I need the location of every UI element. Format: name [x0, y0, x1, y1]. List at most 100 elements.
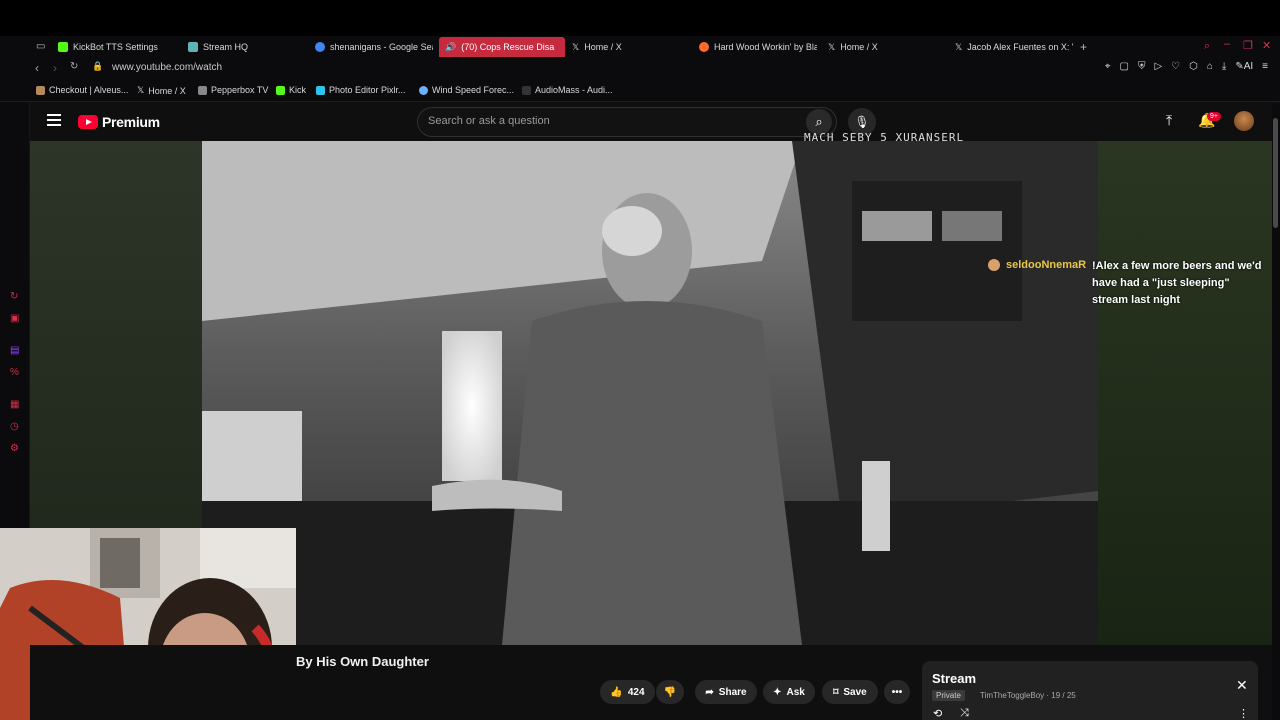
bookmark-favicon-icon — [522, 85, 531, 95]
window-close-icon[interactable]: ✕ — [1262, 39, 1271, 52]
tab-kickbot[interactable]: KickBot TTS Settings — [58, 37, 180, 57]
dislike-button[interactable]: 👎 — [656, 680, 684, 704]
tab-label: Home / X — [840, 42, 878, 52]
x-logo-icon: 𝕏 — [955, 41, 963, 52]
share-label: Share — [718, 686, 747, 698]
bookmark-pepperbox[interactable]: Pepperbox TV — [198, 85, 268, 95]
menu-icon[interactable]: ≡ — [1262, 61, 1268, 72]
youtube-play-logo-icon — [78, 115, 98, 129]
thumbs-down-icon: 👎 — [663, 686, 677, 698]
tab-x-home[interactable]: 𝕏 Home / X — [572, 37, 690, 57]
bookmark-favicon-icon — [316, 85, 325, 95]
loop-icon[interactable]: ⟲ — [933, 707, 942, 720]
twitch-icon[interactable]: ▤ — [10, 345, 19, 356]
bookmark-label: Pepperbox TV — [211, 85, 269, 95]
tab-label: (70) Cops Rescue Disa — [461, 42, 555, 52]
avatar[interactable] — [1234, 111, 1254, 131]
search-input[interactable]: Search or ask a question — [428, 115, 550, 127]
bookmark-favicon-icon — [36, 85, 45, 95]
tab-x-post[interactable]: 𝕏 Jacob Alex Fuentes on X: " — [955, 37, 1073, 57]
save-button[interactable]: ⌑ Save — [822, 680, 878, 704]
tab-menu-icon[interactable]: ▭ — [36, 41, 45, 52]
youtube-premium-label: Premium — [102, 114, 160, 130]
more-actions-button[interactable]: ••• — [884, 680, 910, 704]
bookmark-icon: ⌑ — [833, 686, 839, 698]
shield-icon[interactable]: ⛨ — [1138, 61, 1146, 72]
extensions-icon[interactable]: ⬡ — [1189, 61, 1198, 72]
sidebar-wallet-icon[interactable]: ▦ — [10, 399, 19, 410]
wallet-icon[interactable]: ⌂ — [1207, 61, 1213, 72]
tab-search-icon[interactable]: ⌕ — [1204, 40, 1210, 53]
scrollbar-thumb[interactable] — [1273, 118, 1278, 228]
playlist-more-icon[interactable]: ⋮ — [1238, 707, 1249, 720]
forward-icon[interactable]: › — [53, 61, 57, 75]
playlist-title: Stream — [932, 671, 977, 686]
ask-button[interactable]: ✦ Ask — [763, 680, 815, 704]
tab-label: Jacob Alex Fuentes on X: " — [967, 42, 1073, 52]
bookmarks-bar — [0, 80, 1280, 102]
video-player[interactable] — [202, 141, 1098, 645]
search-icon: ⌕ — [815, 114, 823, 129]
bookmark-favicon-icon — [198, 85, 207, 95]
ai-icon[interactable]: ✎AI — [1235, 61, 1253, 72]
notification-badge: 9+ — [1207, 112, 1221, 121]
bookmark-audiomass[interactable]: AudioMass - Audi... — [522, 85, 613, 95]
youtube-logo[interactable]: Premium — [78, 114, 160, 130]
bodycam-overlay-text: MACH SEBY 5 XURANSERL — [804, 131, 965, 144]
bookmark-label: Wind Speed Forec... — [432, 85, 515, 95]
lock-icon: 🔒 — [92, 61, 104, 71]
video-title: By His Own Daughter — [296, 654, 429, 669]
like-button[interactable]: 👍 424 — [600, 680, 655, 704]
tab-stream-hq[interactable]: Stream HQ — [188, 37, 306, 57]
close-icon[interactable]: ✕ — [1236, 677, 1248, 694]
stream-hq-icon — [188, 42, 198, 52]
bookmark-pixlr[interactable]: Photo Editor Pixlr... — [316, 85, 406, 95]
site-favicon-icon — [699, 42, 709, 52]
share-button[interactable]: ➦ Share — [695, 680, 757, 704]
video-blur-right — [1098, 141, 1272, 645]
x-logo-icon: 𝕏 — [828, 41, 836, 52]
bookmark-x-home[interactable]: 𝕏 Home / X — [137, 85, 186, 96]
bookmark-pin-icon[interactable]: ⌖ — [1105, 61, 1111, 72]
settings-gear-icon[interactable]: ⚙ — [10, 443, 19, 454]
bookmark-alveus[interactable]: Checkout | Alveus... — [36, 85, 128, 95]
share-arrow-icon: ➦ — [705, 686, 714, 698]
hamburger-menu-icon[interactable] — [47, 114, 61, 126]
tab-label: Hard Wood Workin' by Blan — [714, 42, 817, 52]
sidebar-bag-icon[interactable]: ▣ — [10, 313, 19, 324]
play-icon[interactable]: ▷ — [1154, 61, 1162, 72]
x-logo-icon: 𝕏 — [572, 41, 580, 52]
more-horizontal-icon: ••• — [891, 686, 903, 698]
url-field[interactable]: www.youtube.com/watch — [112, 62, 222, 73]
save-label: Save — [843, 686, 867, 698]
bookmark-label: Kick — [289, 85, 307, 95]
bookmark-kick[interactable]: Kick — [276, 85, 306, 95]
kick-icon — [58, 42, 68, 52]
upload-icon[interactable]: ⤒ — [1166, 112, 1172, 129]
tab-label: Home / X — [584, 42, 622, 52]
tab-hard-wood[interactable]: Hard Wood Workin' by Blan — [699, 37, 817, 57]
shuffle-icon[interactable]: ⤨ — [960, 707, 969, 720]
kick-icon — [276, 85, 285, 95]
new-tab-icon[interactable]: + — [1080, 40, 1087, 54]
bookmark-label: AudioMass - Audi... — [535, 85, 613, 95]
bookmark-wind-speed[interactable]: Wind Speed Forec... — [419, 85, 514, 95]
sidebar-percent-icon[interactable]: % — [10, 367, 19, 378]
sidebar-refresh-icon[interactable]: ↻ — [10, 291, 18, 302]
minimize-icon[interactable]: – — [1224, 38, 1230, 50]
bookmark-label: Photo Editor Pixlr... — [329, 85, 406, 95]
back-icon[interactable]: ‹ — [35, 61, 39, 75]
google-icon — [315, 42, 325, 52]
tab-google-search[interactable]: shenanigans - Google Sear — [315, 37, 433, 57]
history-icon[interactable]: ◷ — [10, 421, 19, 432]
tab-x-home-2[interactable]: 𝕏 Home / X — [828, 37, 946, 57]
chat-username: seldooNnemaR — [1006, 259, 1087, 271]
heart-icon[interactable]: ♡ — [1171, 61, 1180, 72]
extension-toolbar: ⌖ ▢ ⛨ ▷ ♡ ⬡ ⌂ ⤓ ✎AI ≡ — [1105, 61, 1268, 72]
screenshot-icon[interactable]: ▢ — [1120, 61, 1129, 72]
bookmark-favicon-icon — [419, 85, 428, 95]
tab-youtube-active[interactable]: 🔊 (70) Cops Rescue Disa ✕ — [439, 37, 565, 57]
maximize-icon[interactable]: ❐ — [1243, 39, 1253, 52]
download-icon[interactable]: ⤓ — [1222, 61, 1226, 72]
reload-icon[interactable]: ↻ — [70, 61, 78, 72]
